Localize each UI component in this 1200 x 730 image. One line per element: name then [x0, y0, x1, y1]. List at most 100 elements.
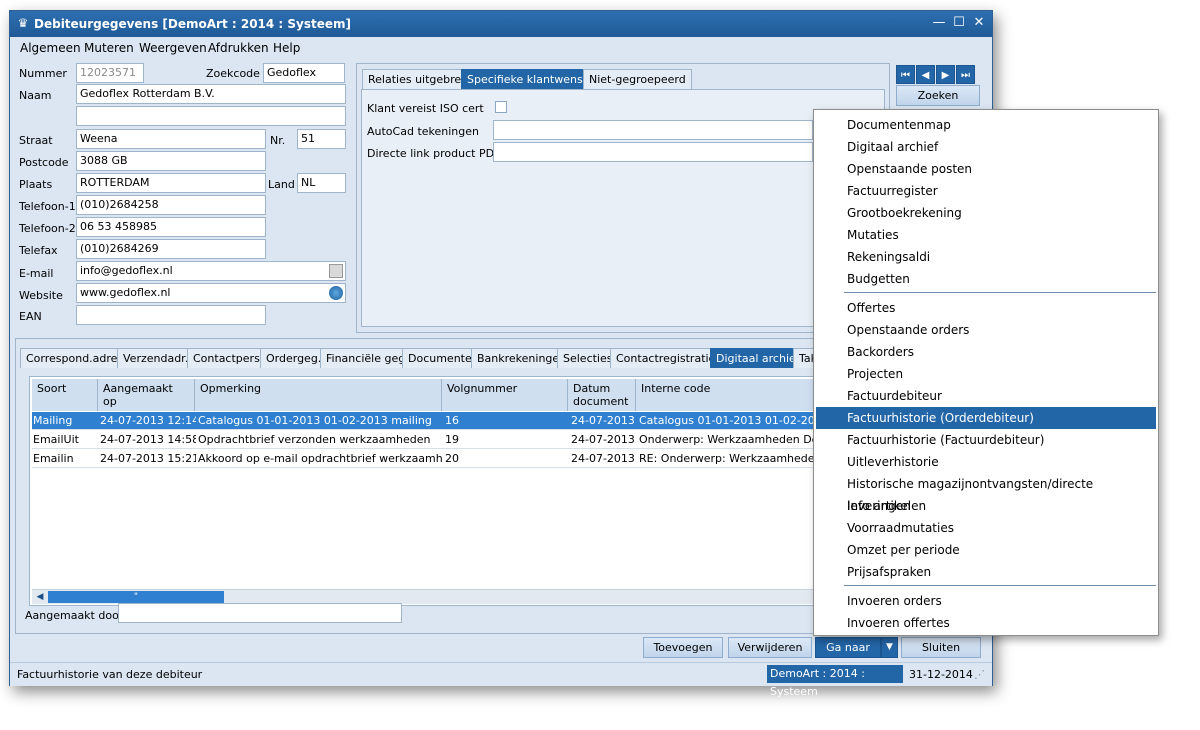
menu-item-uitleverhistorie[interactable]: Uitleverhistorie	[816, 451, 1156, 473]
title-bar[interactable]: ♛ Debiteurgegevens [DemoArt : 2014 : Sys…	[10, 11, 992, 37]
menu-item-factuurregister[interactable]: Factuurregister	[816, 180, 1156, 202]
menu-item-documentenmap[interactable]: Documentenmap	[816, 114, 1156, 136]
cell-opmerking: Akkoord op e-mail opdrachtbrief werkzaam…	[198, 452, 442, 465]
menu-afdrukken[interactable]: Afdrukken	[208, 41, 269, 55]
telefoon1-field[interactable]: (010)2684258	[76, 195, 266, 215]
website-field[interactable]: www.gedoflex.nl	[76, 283, 346, 303]
minimize-icon[interactable]: —	[930, 15, 948, 31]
menu-item-mutaties[interactable]: Mutaties	[816, 224, 1156, 246]
menu-item-factuurdebiteur[interactable]: Factuurdebiteur	[816, 385, 1156, 407]
menu-item-openstaande-orders[interactable]: Openstaande orders	[816, 319, 1156, 341]
tab-specifieke-klantwensen[interactable]: Specifieke klantwensen	[461, 69, 603, 89]
table-row[interactable]: EmailUit 24-07-2013 14:58 Opdrachtbrief …	[32, 431, 824, 449]
ga-naar-button[interactable]: Ga naar	[815, 637, 881, 658]
menu-item-omzet-per-periode[interactable]: Omzet per periode	[816, 539, 1156, 561]
maximize-icon[interactable]: ☐	[950, 15, 968, 31]
tab-correspond-adres[interactable]: Correspond.adres	[20, 348, 130, 368]
cell-interne-code: RE: Onderwerp: Werkzaamheden De	[639, 452, 824, 465]
naam-field[interactable]: Gedoflex Rotterdam B.V.	[76, 84, 346, 104]
cell-volgnummer: 16	[445, 414, 459, 427]
menu-item-factuurhistorie-factuurdebiteur[interactable]: Factuurhistorie (Factuurdebiteur)	[816, 429, 1156, 451]
cell-soort: Mailing	[33, 414, 73, 427]
tab-ordergeg[interactable]: Ordergeg.	[260, 348, 328, 368]
naam2-field[interactable]	[76, 106, 346, 126]
land-field[interactable]: NL	[297, 173, 346, 193]
column-header-interne-code[interactable]: Interne code	[636, 379, 824, 411]
close-icon[interactable]: ✕	[970, 15, 988, 31]
menu-item-historische-magazijnontvangsten[interactable]: Historische magazijnontvangsten/directe …	[816, 473, 1156, 513]
menu-item-info-artikelen[interactable]: Info artikelen	[816, 495, 1156, 517]
zoekcode-field[interactable]: Gedoflex	[263, 63, 345, 83]
tab-verzendadr[interactable]: Verzendadr.	[117, 348, 195, 368]
tab-tak[interactable]: Tak	[793, 348, 815, 368]
nr-field[interactable]: 51	[297, 129, 346, 149]
zoeken-button[interactable]: Zoeken	[896, 85, 980, 106]
menu-help[interactable]: Help	[273, 41, 300, 55]
tab-digitaal-archief[interactable]: Digitaal archief	[710, 348, 806, 368]
ean-field[interactable]	[76, 305, 266, 325]
website-label: Website	[19, 289, 63, 302]
nummer-field[interactable]: 12023571	[76, 63, 144, 83]
telefax-field[interactable]: (010)2684269	[76, 239, 266, 259]
iso-label: Klant vereist ISO cert	[367, 102, 484, 115]
menu-item-invoeren-offertes[interactable]: Invoeren offertes	[816, 612, 1156, 634]
chevron-down-icon[interactable]: ▼	[881, 637, 898, 658]
cell-volgnummer: 19	[445, 433, 459, 446]
tab-financiele-geg[interactable]: Financiële geg.	[320, 348, 415, 368]
column-header-aangemaakt-op[interactable]: Aangemaakt op	[98, 379, 195, 411]
menu-item-invoeren-orders[interactable]: Invoeren orders	[816, 590, 1156, 612]
previous-record-icon[interactable]: ◀	[916, 65, 935, 84]
resize-grip-icon[interactable]: ⋰	[974, 668, 985, 681]
horizontal-scrollbar[interactable]: ◀ "	[32, 589, 822, 604]
last-record-icon[interactable]: ⏭	[956, 65, 975, 84]
email-field[interactable]: info@gedoflex.nl	[76, 261, 346, 281]
cell-volgnummer: 20	[445, 452, 459, 465]
menu-item-grootboekrekening[interactable]: Grootboekrekening	[816, 202, 1156, 224]
table-row[interactable]: Mailing 24-07-2013 12:14 Catalogus 01-01…	[32, 412, 824, 430]
plaats-field[interactable]: ROTTERDAM	[76, 173, 266, 193]
menu-item-offertes[interactable]: Offertes	[816, 297, 1156, 319]
next-record-icon[interactable]: ▶	[936, 65, 955, 84]
tab-contactpers[interactable]: Contactpers.	[187, 348, 270, 368]
verwijderen-button[interactable]: Verwijderen	[728, 637, 812, 658]
table-row[interactable]: Emailin 24-07-2013 15:21 Akkoord op e-ma…	[32, 450, 824, 468]
menu-item-openstaande-posten[interactable]: Openstaande posten	[816, 158, 1156, 180]
telefoon2-field[interactable]: 06 53 458985	[76, 217, 266, 237]
menu-item-digitaal-archief[interactable]: Digitaal archief	[816, 136, 1156, 158]
zoekcode-label: Zoekcode	[206, 67, 260, 80]
sluiten-button[interactable]: Sluiten	[901, 637, 981, 658]
mail-icon[interactable]	[329, 264, 343, 278]
aangemaakt-door-field[interactable]	[118, 603, 402, 623]
column-header-soort[interactable]: Soort	[32, 379, 98, 411]
email-label: E-mail	[19, 267, 54, 280]
pdf-link-field[interactable]	[493, 142, 813, 162]
straat-label: Straat	[19, 134, 53, 147]
globe-icon[interactable]	[329, 286, 343, 300]
column-header-opmerking[interactable]: Opmerking	[195, 379, 442, 411]
column-header-volgnummer[interactable]: Volgnummer	[442, 379, 568, 411]
straat-field[interactable]: Weena	[76, 129, 266, 149]
first-record-icon[interactable]: ⏮	[896, 65, 915, 84]
menu-item-prijsafspraken[interactable]: Prijsafspraken	[816, 561, 1156, 583]
menu-item-rekeningsaldi[interactable]: Rekeningsaldi	[816, 246, 1156, 268]
toevoegen-button[interactable]: Toevoegen	[643, 637, 723, 658]
menu-item-budgetten[interactable]: Budgetten	[816, 268, 1156, 290]
postcode-field[interactable]: 3088 GB	[76, 151, 266, 171]
menu-weergeven[interactable]: Weergeven	[139, 41, 207, 55]
iso-checkbox[interactable]	[495, 101, 507, 113]
menu-muteren[interactable]: Muteren	[84, 41, 134, 55]
autocad-field[interactable]	[493, 120, 813, 140]
tab-relaties-uitgebreid[interactable]: Relaties uitgebreid	[362, 69, 478, 89]
scroll-left-icon[interactable]: ◀	[34, 591, 46, 603]
cell-opmerking: Opdrachtbrief verzonden werkzaamheden	[198, 433, 431, 446]
menu-algemeen[interactable]: Algemeen	[20, 41, 81, 55]
tab-niet-gegroepeerd[interactable]: Niet-gegroepeerd	[583, 69, 692, 89]
app-crown-icon: ♛	[17, 16, 29, 30]
menu-item-projecten[interactable]: Projecten	[816, 363, 1156, 385]
column-header-datum-document[interactable]: Datum document	[568, 379, 636, 411]
scroll-thumb[interactable]: "	[48, 591, 224, 603]
menu-item-voorraadmutaties[interactable]: Voorraadmutaties	[816, 517, 1156, 539]
land-label: Land	[268, 178, 295, 191]
menu-item-factuurhistorie-orderdebiteur[interactable]: Factuurhistorie (Orderdebiteur)	[816, 407, 1156, 429]
menu-item-backorders[interactable]: Backorders	[816, 341, 1156, 363]
